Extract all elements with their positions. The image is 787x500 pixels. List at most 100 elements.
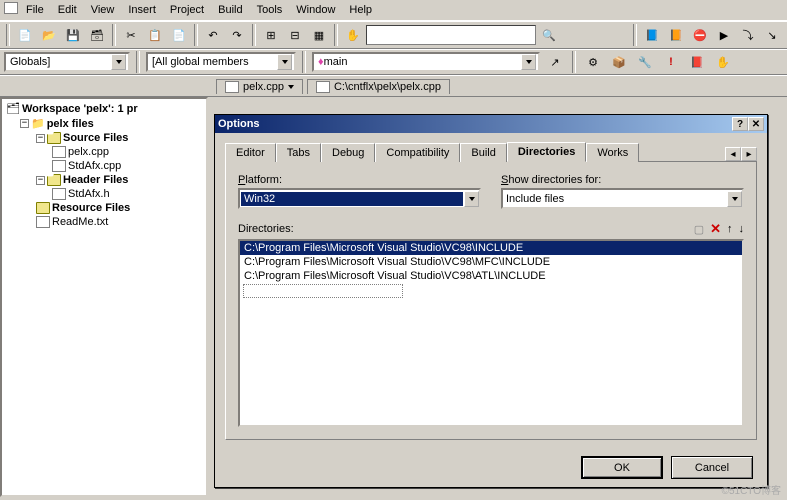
document-bar: pelx.cpp C:\cntflx\pelx\pelx.cpp [0, 75, 787, 97]
save-icon[interactable]: 💾 [62, 24, 84, 46]
find-input[interactable] [366, 25, 536, 45]
workspace-root[interactable]: 🗂 Workspace 'pelx': 1 pr [4, 101, 204, 116]
tool2-icon[interactable]: 📦 [608, 51, 630, 73]
new-entry-placeholder[interactable] [243, 284, 403, 298]
help-button[interactable]: ? [732, 117, 748, 131]
cancel-button[interactable]: Cancel [671, 456, 753, 479]
delete-dir-icon[interactable]: ✕ [710, 221, 721, 237]
menu-file[interactable]: File [20, 2, 50, 18]
tab-scroll-left[interactable]: ◂ [725, 147, 741, 161]
tool1-icon[interactable]: ⚙ [582, 51, 604, 73]
compile-icon[interactable]: 📘 [641, 24, 663, 46]
collapse-icon[interactable]: − [36, 176, 45, 185]
options-dialog: Options ? ✕ Editor Tabs Debug Compatibil… [214, 114, 768, 488]
directories-list[interactable]: C:\Program Files\Microsoft Visual Studio… [238, 239, 744, 427]
stop-build-icon[interactable]: ⛔ [689, 24, 711, 46]
scope-combo[interactable]: Globals] [4, 52, 130, 72]
new-file-icon[interactable]: 📄 [14, 24, 36, 46]
step-icon[interactable]: ↘ [761, 24, 783, 46]
menu-help[interactable]: Help [343, 2, 378, 18]
window-list-icon[interactable]: ▦ [308, 24, 330, 46]
collapse-icon[interactable]: − [36, 134, 45, 143]
tab-directories[interactable]: Directories [507, 142, 586, 162]
directories-panel: PPlatform:latform: Win32 Show directorie… [225, 162, 757, 440]
tab-build[interactable]: Build [460, 143, 506, 162]
output-icon[interactable]: ⊟ [284, 24, 306, 46]
execute-icon[interactable]: ▶ [713, 24, 735, 46]
platform-value: Win32 [241, 192, 463, 206]
file-icon [316, 81, 330, 93]
menu-bar: File Edit View Insert Project Build Tool… [0, 0, 787, 21]
source-file[interactable]: pelx.cpp [4, 145, 204, 159]
menu-view[interactable]: View [85, 2, 121, 18]
chevron-down-icon[interactable] [277, 54, 292, 70]
workspace-tree[interactable]: 🗂 Workspace 'pelx': 1 pr − 📁 pelx files … [0, 97, 208, 497]
header-folder[interactable]: − Header Files [4, 173, 204, 187]
tool3-icon[interactable]: 🔧 [634, 51, 656, 73]
readme-file[interactable]: ReadMe.txt [4, 215, 204, 229]
symbol-combo[interactable]: ♦ main [312, 52, 540, 72]
platform-dropdown[interactable]: Win32 [238, 188, 481, 209]
menu-project[interactable]: Project [164, 2, 210, 18]
warning-icon[interactable]: ! [660, 51, 682, 73]
ok-button[interactable]: OK [581, 456, 663, 479]
find-icon[interactable]: 🔍 [538, 24, 560, 46]
save-all-icon[interactable]: 🗃 [86, 24, 108, 46]
members-value: [All global members [152, 56, 249, 68]
close-button[interactable]: ✕ [748, 117, 764, 131]
chevron-down-icon[interactable] [111, 54, 126, 70]
file-tab-1[interactable]: pelx.cpp [216, 79, 303, 94]
tab-scroll-right[interactable]: ▸ [741, 147, 757, 161]
project-node[interactable]: − 📁 pelx files [4, 116, 204, 131]
redo-icon[interactable]: ↷ [226, 24, 248, 46]
chevron-down-icon[interactable] [521, 54, 536, 70]
context-toolbar: Globals] [All global members ♦ main ↗ ⚙ … [0, 49, 787, 75]
hand-icon[interactable]: ✋ [712, 51, 734, 73]
goto-icon[interactable]: ↗ [544, 51, 566, 73]
menu-tools[interactable]: Tools [251, 2, 289, 18]
menu-insert[interactable]: Insert [122, 2, 162, 18]
h-file-icon [52, 188, 66, 200]
cut-icon[interactable]: ✂ [120, 24, 142, 46]
new-dir-icon[interactable]: ▢ [694, 223, 704, 236]
options-tabs: Editor Tabs Debug Compatibility Build Di… [225, 141, 757, 162]
tab-compatibility[interactable]: Compatibility [375, 143, 460, 162]
move-down-icon[interactable]: ↓ [739, 223, 745, 235]
tab-workspace[interactable]: Works [586, 143, 639, 162]
tab-tabs[interactable]: Tabs [276, 143, 321, 162]
copy-icon[interactable]: 📋 [144, 24, 166, 46]
dialog-title: Options [218, 118, 260, 130]
paste-icon[interactable]: 📄 [168, 24, 190, 46]
build-icon[interactable]: 📙 [665, 24, 687, 46]
folder-open-icon [47, 132, 61, 144]
list-item[interactable]: C:\Program Files\Microsoft Visual Studio… [240, 241, 742, 255]
tab-editor[interactable]: Editor [225, 143, 276, 162]
menu-build[interactable]: Build [212, 2, 248, 18]
chevron-down-icon[interactable] [464, 191, 479, 207]
menu-window[interactable]: Window [290, 2, 341, 18]
dialog-titlebar[interactable]: Options ? ✕ [215, 115, 767, 133]
breakpoint-icon[interactable]: ✋ [342, 24, 364, 46]
move-up-icon[interactable]: ↑ [727, 223, 733, 235]
chevron-down-icon[interactable] [288, 85, 294, 89]
book-icon[interactable]: 📕 [686, 51, 708, 73]
go-icon[interactable]: ⤵ [737, 24, 759, 46]
tab-debug[interactable]: Debug [321, 143, 375, 162]
project-icon: 📁 [31, 117, 45, 130]
list-item[interactable]: C:\Program Files\Microsoft Visual Studio… [240, 255, 742, 269]
open-icon[interactable]: 📂 [38, 24, 60, 46]
list-item[interactable]: C:\Program Files\Microsoft Visual Studio… [240, 269, 742, 283]
workspace-icon[interactable]: ⊞ [260, 24, 282, 46]
resource-folder[interactable]: Resource Files [4, 201, 204, 215]
source-folder[interactable]: − Source Files [4, 131, 204, 145]
collapse-icon[interactable]: − [20, 119, 29, 128]
file-tab-2[interactable]: C:\cntflx\pelx\pelx.cpp [307, 79, 450, 94]
header-file[interactable]: StdAfx.h [4, 187, 204, 201]
showdir-dropdown[interactable]: Include files [501, 188, 744, 209]
menu-edit[interactable]: Edit [52, 2, 83, 18]
chevron-down-icon[interactable] [727, 191, 742, 207]
folder-icon [36, 202, 50, 214]
undo-icon[interactable]: ↶ [202, 24, 224, 46]
members-combo[interactable]: [All global members [146, 52, 296, 72]
source-file[interactable]: StdAfx.cpp [4, 159, 204, 173]
